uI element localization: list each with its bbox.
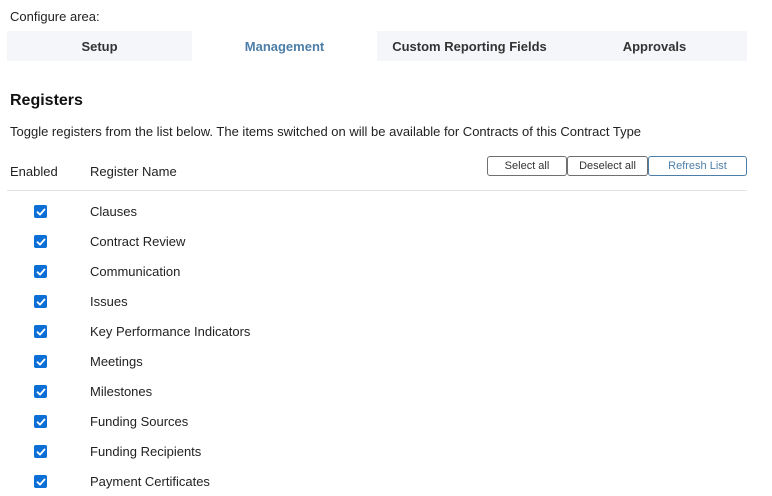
list-item: Meetings — [0, 346, 772, 376]
register-name: Clauses — [90, 204, 137, 219]
column-header-register-name: Register Name — [90, 164, 177, 179]
configure-area-label: Configure area: — [10, 9, 100, 24]
enabled-checkbox[interactable] — [34, 355, 47, 368]
list-item: Issues — [0, 286, 772, 316]
checkmark-icon — [36, 268, 45, 275]
register-name: Communication — [90, 264, 181, 279]
checkmark-icon — [36, 298, 45, 305]
register-name: Milestones — [90, 384, 153, 399]
contract-type-config-page: Configure area: Setup Management Custom … — [0, 0, 772, 496]
checkmark-icon — [36, 208, 45, 215]
list-item: Communication — [0, 256, 772, 286]
checkmark-icon — [36, 418, 45, 425]
enabled-checkbox[interactable] — [34, 445, 47, 458]
tab-approvals[interactable]: Approvals — [562, 31, 747, 61]
list-item: Clauses — [0, 196, 772, 226]
enabled-checkbox[interactable] — [34, 205, 47, 218]
enabled-checkbox[interactable] — [34, 265, 47, 278]
enabled-checkbox[interactable] — [34, 385, 47, 398]
checkmark-icon — [36, 478, 45, 485]
enabled-checkbox[interactable] — [34, 235, 47, 248]
list-actions: Select all Deselect all Refresh List — [487, 156, 747, 176]
refresh-list-button[interactable]: Refresh List — [648, 156, 747, 176]
checkmark-icon — [36, 328, 45, 335]
list-item: Contract Review — [0, 226, 772, 256]
checkmark-icon — [36, 388, 45, 395]
register-name: Issues — [90, 294, 128, 309]
section-description: Toggle registers from the list below. Th… — [10, 124, 642, 139]
deselect-all-button[interactable]: Deselect all — [567, 156, 648, 176]
checkmark-icon — [36, 238, 45, 245]
list-item: Payment Certificates — [0, 466, 772, 496]
register-list: Clauses Contract Review Communication Issue… — [0, 196, 772, 496]
register-name: Payment Certificates — [90, 474, 210, 489]
checkmark-icon — [36, 448, 45, 455]
list-item: Milestones — [0, 376, 772, 406]
register-name: Key Performance Indicators — [90, 324, 251, 339]
register-name: Meetings — [90, 354, 143, 369]
tab-management[interactable]: Management — [192, 31, 377, 61]
tab-custom-reporting-fields[interactable]: Custom Reporting Fields — [377, 31, 562, 61]
checkmark-icon — [36, 358, 45, 365]
register-name: Funding Recipients — [90, 444, 202, 459]
section-title: Registers — [10, 92, 83, 109]
list-item: Funding Sources — [0, 406, 772, 436]
enabled-checkbox[interactable] — [34, 325, 47, 338]
select-all-button[interactable]: Select all — [487, 156, 567, 176]
configure-area-tabs: Setup Management Custom Reporting Fields… — [7, 31, 747, 61]
register-name: Contract Review — [90, 234, 186, 249]
list-item: Funding Recipients — [0, 436, 772, 466]
enabled-checkbox[interactable] — [34, 415, 47, 428]
column-header-enabled: Enabled — [10, 164, 58, 179]
header-divider — [7, 190, 747, 191]
enabled-checkbox[interactable] — [34, 475, 47, 488]
register-name: Funding Sources — [90, 414, 189, 429]
list-item: Key Performance Indicators — [0, 316, 772, 346]
enabled-checkbox[interactable] — [34, 295, 47, 308]
tab-setup[interactable]: Setup — [7, 31, 192, 61]
